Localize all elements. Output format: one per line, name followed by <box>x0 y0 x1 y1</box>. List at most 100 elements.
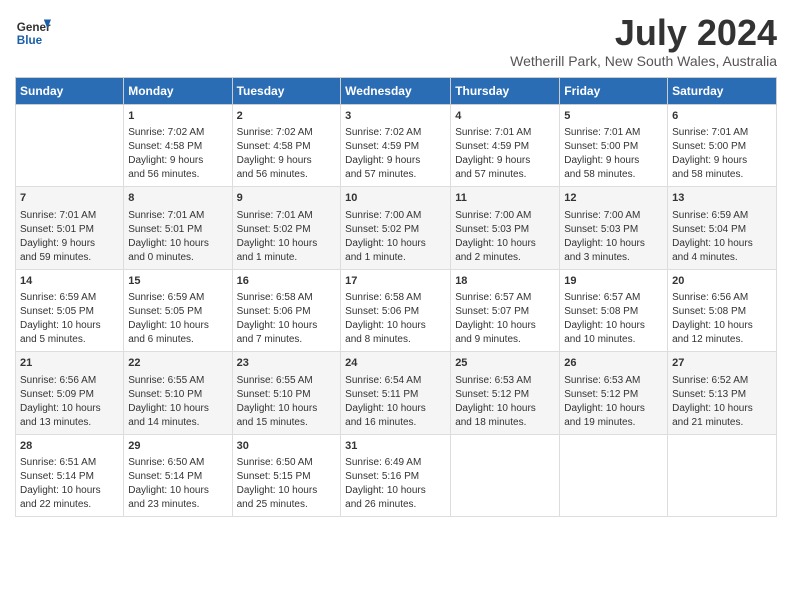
day-number: 15 <box>128 274 227 289</box>
day-number: 17 <box>345 274 446 289</box>
cell-content-line: Sunrise: 7:01 AM <box>237 209 337 223</box>
calendar-cell: 12Sunrise: 7:00 AMSunset: 5:03 PMDayligh… <box>560 187 668 269</box>
cell-content-line: and 58 minutes. <box>564 168 663 182</box>
day-number: 28 <box>20 439 119 454</box>
cell-content-line: Daylight: 9 hours <box>672 154 772 168</box>
cell-content-line: Sunset: 5:14 PM <box>20 470 119 484</box>
day-number: 10 <box>345 191 446 206</box>
cell-content-line: Sunset: 5:04 PM <box>672 223 772 237</box>
cell-content-line: Daylight: 9 hours <box>564 154 663 168</box>
day-number: 11 <box>455 191 555 206</box>
calendar-cell: 27Sunrise: 6:52 AMSunset: 5:13 PMDayligh… <box>668 352 777 434</box>
cell-content-line: Sunset: 5:09 PM <box>20 388 119 402</box>
week-row-1: 1Sunrise: 7:02 AMSunset: 4:58 PMDaylight… <box>16 105 777 187</box>
location-subtitle: Wetherill Park, New South Wales, Austral… <box>510 53 777 69</box>
cell-content-line: Sunset: 5:00 PM <box>564 140 663 154</box>
cell-content-line: Sunrise: 6:50 AM <box>128 456 227 470</box>
cell-content-line: Sunset: 5:02 PM <box>237 223 337 237</box>
cell-content-line: Daylight: 10 hours <box>672 319 772 333</box>
cell-content-line: Sunset: 5:16 PM <box>345 470 446 484</box>
calendar-cell: 25Sunrise: 6:53 AMSunset: 5:12 PMDayligh… <box>451 352 560 434</box>
cell-content-line: Sunset: 5:10 PM <box>128 388 227 402</box>
cell-content-line: Daylight: 10 hours <box>345 237 446 251</box>
cell-content-line: and 16 minutes. <box>345 416 446 430</box>
cell-content-line: Daylight: 10 hours <box>128 319 227 333</box>
cell-content-line: and 3 minutes. <box>564 251 663 265</box>
cell-content-line: and 6 minutes. <box>128 333 227 347</box>
cell-content-line: and 2 minutes. <box>455 251 555 265</box>
cell-content-line: Daylight: 10 hours <box>237 319 337 333</box>
cell-content-line: and 56 minutes. <box>237 168 337 182</box>
calendar-cell: 1Sunrise: 7:02 AMSunset: 4:58 PMDaylight… <box>124 105 232 187</box>
header-sunday: Sunday <box>16 78 124 105</box>
day-number: 26 <box>564 356 663 371</box>
cell-content-line: Sunset: 5:06 PM <box>345 305 446 319</box>
calendar-cell: 16Sunrise: 6:58 AMSunset: 5:06 PMDayligh… <box>232 269 341 351</box>
cell-content-line: Daylight: 10 hours <box>564 402 663 416</box>
day-number: 21 <box>20 356 119 371</box>
cell-content-line: Sunset: 5:14 PM <box>128 470 227 484</box>
cell-content-line: Sunset: 5:03 PM <box>455 223 555 237</box>
day-number: 7 <box>20 191 119 206</box>
header-tuesday: Tuesday <box>232 78 341 105</box>
calendar-cell: 24Sunrise: 6:54 AMSunset: 5:11 PMDayligh… <box>341 352 451 434</box>
cell-content-line: Sunrise: 7:01 AM <box>672 126 772 140</box>
cell-content-line: Sunrise: 7:01 AM <box>564 126 663 140</box>
calendar-cell <box>668 434 777 516</box>
cell-content-line: Sunrise: 6:59 AM <box>672 209 772 223</box>
day-number: 18 <box>455 274 555 289</box>
day-number: 29 <box>128 439 227 454</box>
calendar-cell: 23Sunrise: 6:55 AMSunset: 5:10 PMDayligh… <box>232 352 341 434</box>
day-number: 22 <box>128 356 227 371</box>
cell-content-line: and 13 minutes. <box>20 416 119 430</box>
day-number: 1 <box>128 109 227 124</box>
cell-content-line: Daylight: 10 hours <box>20 402 119 416</box>
cell-content-line: Sunrise: 6:52 AM <box>672 374 772 388</box>
cell-content-line: Sunset: 5:05 PM <box>128 305 227 319</box>
day-number: 16 <box>237 274 337 289</box>
calendar-header-row: SundayMondayTuesdayWednesdayThursdayFrid… <box>16 78 777 105</box>
calendar-cell: 8Sunrise: 7:01 AMSunset: 5:01 PMDaylight… <box>124 187 232 269</box>
calendar-cell: 21Sunrise: 6:56 AMSunset: 5:09 PMDayligh… <box>16 352 124 434</box>
cell-content-line: Daylight: 10 hours <box>20 319 119 333</box>
cell-content-line: Daylight: 10 hours <box>345 319 446 333</box>
day-number: 4 <box>455 109 555 124</box>
day-number: 31 <box>345 439 446 454</box>
day-number: 25 <box>455 356 555 371</box>
day-number: 24 <box>345 356 446 371</box>
calendar-cell: 11Sunrise: 7:00 AMSunset: 5:03 PMDayligh… <box>451 187 560 269</box>
week-row-3: 14Sunrise: 6:59 AMSunset: 5:05 PMDayligh… <box>16 269 777 351</box>
cell-content-line: Sunset: 5:08 PM <box>564 305 663 319</box>
calendar-cell: 19Sunrise: 6:57 AMSunset: 5:08 PMDayligh… <box>560 269 668 351</box>
day-number: 6 <box>672 109 772 124</box>
cell-content-line: Daylight: 10 hours <box>128 484 227 498</box>
calendar-cell: 7Sunrise: 7:01 AMSunset: 5:01 PMDaylight… <box>16 187 124 269</box>
cell-content-line: Sunset: 5:12 PM <box>455 388 555 402</box>
cell-content-line: Daylight: 10 hours <box>128 402 227 416</box>
day-number: 20 <box>672 274 772 289</box>
cell-content-line: Daylight: 10 hours <box>345 484 446 498</box>
calendar-cell <box>451 434 560 516</box>
header-monday: Monday <box>124 78 232 105</box>
cell-content-line: Sunset: 4:59 PM <box>345 140 446 154</box>
cell-content-line: and 1 minute. <box>237 251 337 265</box>
svg-text:Blue: Blue <box>17 34 43 47</box>
day-number: 27 <box>672 356 772 371</box>
day-number: 14 <box>20 274 119 289</box>
calendar-table: SundayMondayTuesdayWednesdayThursdayFrid… <box>15 77 777 517</box>
header-friday: Friday <box>560 78 668 105</box>
cell-content-line: and 9 minutes. <box>455 333 555 347</box>
cell-content-line: and 18 minutes. <box>455 416 555 430</box>
cell-content-line: Daylight: 9 hours <box>128 154 227 168</box>
cell-content-line: Sunrise: 6:58 AM <box>237 291 337 305</box>
cell-content-line: and 25 minutes. <box>237 498 337 512</box>
cell-content-line: and 19 minutes. <box>564 416 663 430</box>
calendar-cell: 3Sunrise: 7:02 AMSunset: 4:59 PMDaylight… <box>341 105 451 187</box>
cell-content-line: and 7 minutes. <box>237 333 337 347</box>
cell-content-line: and 5 minutes. <box>20 333 119 347</box>
cell-content-line: and 14 minutes. <box>128 416 227 430</box>
cell-content-line: Sunrise: 6:53 AM <box>564 374 663 388</box>
cell-content-line: Daylight: 9 hours <box>20 237 119 251</box>
calendar-cell <box>16 105 124 187</box>
calendar-cell: 30Sunrise: 6:50 AMSunset: 5:15 PMDayligh… <box>232 434 341 516</box>
